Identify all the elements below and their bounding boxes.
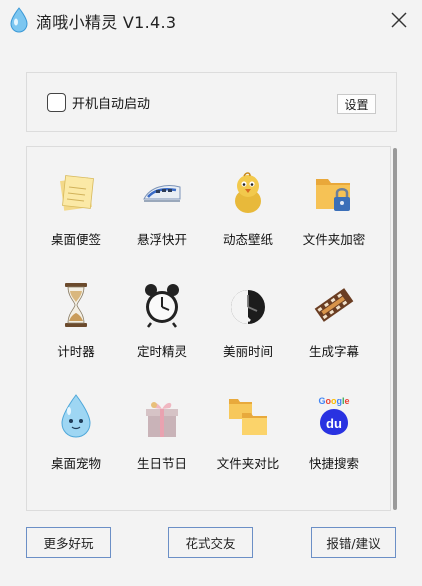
bullet-train-icon [143, 185, 181, 202]
tool-label: 美丽时间 [222, 344, 273, 359]
more-fun-button[interactable]: 更多好玩 [26, 527, 111, 558]
tool-sticky-notes[interactable]: 桌面便签 [33, 169, 119, 269]
svg-text:Google: Google [318, 396, 349, 406]
folder-lock-icon [316, 179, 350, 211]
alarm-clock-icon [145, 284, 179, 328]
tool-timer[interactable]: 计时器 [33, 281, 119, 381]
tool-beautiful-time[interactable]: 美丽时间 [205, 281, 291, 381]
sticky-note-icon [60, 175, 94, 211]
tool-label: 计时器 [57, 344, 95, 359]
tool-label: 文件夹加密 [302, 232, 366, 247]
tool-label: 生日节日 [136, 456, 187, 471]
tool-label: 快捷搜索 [308, 456, 359, 471]
autostart-label: 开机自动启动 [72, 97, 151, 112]
gift-box-icon [146, 402, 178, 437]
tool-live-wallpaper[interactable]: 动态壁纸 [205, 169, 291, 269]
tool-label: 悬浮快开 [136, 232, 187, 247]
tool-label: 定时精灵 [136, 344, 187, 359]
film-strip-icon [314, 288, 354, 322]
tool-quick-search[interactable]: Google du 快捷搜索 [291, 393, 377, 493]
clock-face-icon [231, 290, 265, 324]
tool-grid: 桌面便签 悬浮快开 动态壁纸 文件夹加密 计时器 定时精灵 美丽时间 生成字幕 … [26, 146, 391, 511]
tool-label: 桌面宠物 [50, 456, 101, 471]
tool-label: 文件夹对比 [216, 456, 280, 471]
hourglass-icon [65, 283, 87, 327]
tool-label: 生成字幕 [308, 344, 359, 359]
close-icon[interactable] [388, 9, 410, 31]
water-drop-pet-icon [61, 394, 91, 438]
baidu-search-icon: Google du [318, 396, 350, 435]
checkbox-box[interactable] [47, 93, 66, 112]
tool-desktop-pet[interactable]: 桌面宠物 [33, 393, 119, 493]
tool-floating-launcher[interactable]: 悬浮快开 [119, 169, 205, 269]
tool-birthdays[interactable]: 生日节日 [119, 393, 205, 493]
tool-label: 桌面便签 [50, 232, 101, 247]
options-panel: 开机自动启动 设置 [26, 72, 397, 132]
tool-subtitles[interactable]: 生成字幕 [291, 281, 377, 381]
scrollbar[interactable] [393, 148, 397, 510]
settings-button[interactable]: 设置 [337, 94, 376, 114]
tool-scheduler[interactable]: 定时精灵 [119, 281, 205, 381]
svg-text:du: du [326, 416, 342, 431]
autostart-checkbox[interactable]: 开机自动启动 [47, 93, 150, 112]
title-bar: 滴哦小精灵 V1.4.3 [0, 0, 422, 40]
tool-folder-compare[interactable]: 文件夹对比 [205, 393, 291, 493]
water-drop-app-icon [10, 7, 28, 33]
feedback-button[interactable]: 报错/建议 [311, 527, 396, 558]
make-friends-button[interactable]: 花式交友 [168, 527, 253, 558]
window-title: 滴哦小精灵 V1.4.3 [36, 13, 177, 32]
chick-icon [235, 172, 261, 213]
tool-folder-encrypt[interactable]: 文件夹加密 [291, 169, 377, 269]
folder-compare-icon [229, 399, 267, 435]
tool-label: 动态壁纸 [222, 232, 273, 247]
